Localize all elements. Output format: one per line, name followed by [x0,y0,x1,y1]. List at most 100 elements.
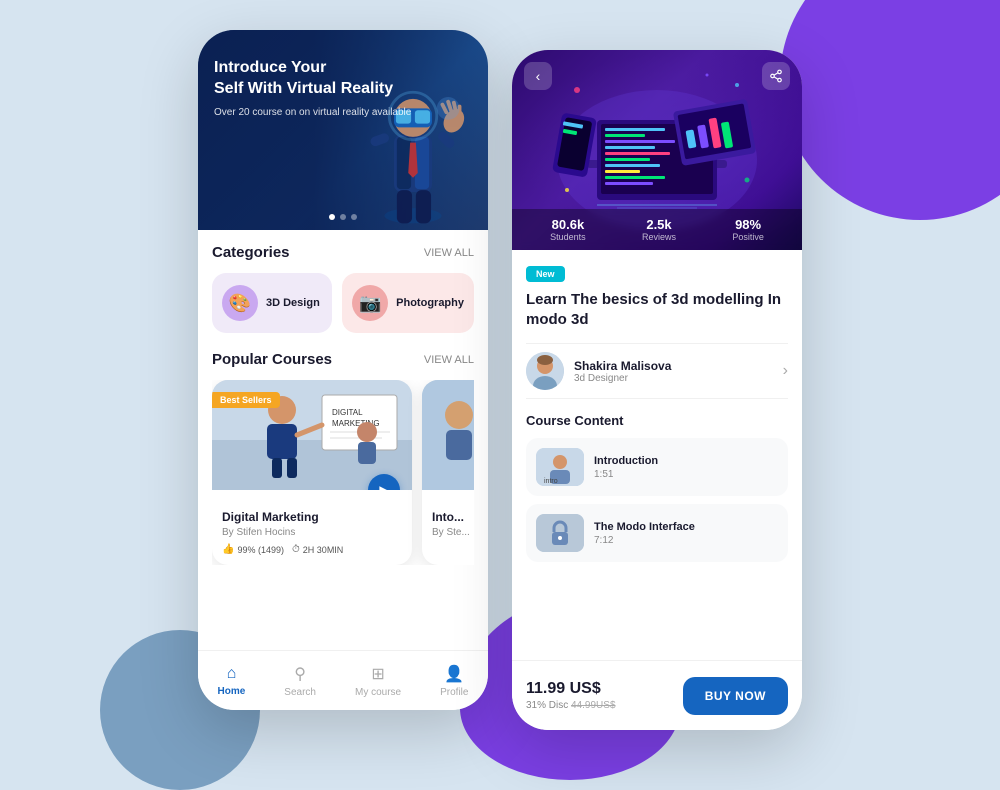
lesson-thumb-modo [536,514,584,552]
share-button[interactable] [762,62,790,90]
course-card-body-intro: Into... By Ste... [422,490,474,554]
hero-subtitle: Over 20 course on on virtual reality ava… [214,106,411,120]
popular-view-all[interactable]: VIEW ALL [424,354,474,366]
detail-footer: 11.99 US$ 31% Disc 44.99US$ BUY NOW [512,660,802,730]
hero-title: Introduce Your [214,58,411,79]
stat-reviews: 2.5k Reviews [642,217,676,242]
course-meta-digital: 👍 99% (1499) ⏱ 2H 30MIN [222,544,402,555]
stat-reviews-label: Reviews [642,232,676,242]
nav-label-search: Search [284,687,316,698]
detail-title: Learn The besics of 3d modelling In modo… [526,290,788,329]
phone-right: ‹ 80.6k Students 2.5k Reviews [512,50,802,730]
course-name-digital: Digital Marketing [222,510,402,524]
back-button[interactable]: ‹ [524,62,552,90]
stat-positive-label: Positive [732,232,764,242]
price-current: 11.99 US$ [526,680,616,698]
lesson-title-modo: The Modo Interface [594,521,778,533]
home-icon: ⌂ [227,665,237,683]
course-card-intro[interactable]: Into... By Ste... [422,380,474,565]
detail-hero: ‹ 80.6k Students 2.5k Reviews [512,50,802,250]
lesson-duration-introduction: 1:51 [594,469,778,480]
course-author-digital: By Stifen Hocins [222,527,402,538]
course-card-img-digital: DIGITAL MARKETING [212,380,412,490]
course-name-intro: Into... [432,510,474,524]
lesson-thumb-introduction: intro [536,448,584,486]
hero-banner: Introduce Your Self With Virtual Reality… [198,30,488,230]
category-card-photo[interactable]: 📷 Photography [342,273,474,333]
price-block: 11.99 US$ 31% Disc 44.99US$ [526,680,616,711]
stat-students: 80.6k Students [550,217,586,242]
phones-wrapper: Introduce Your Self With Virtual Reality… [0,0,1000,760]
course-duration: ⏱ 2H 30MIN [292,544,343,555]
categories-title: Categories [212,244,290,261]
nav-item-search[interactable]: ⚲ Search [276,660,324,702]
instructor-name: Shakira Malisova [574,359,671,373]
chevron-right-icon: › [783,362,788,380]
phone-left: Introduce Your Self With Virtual Reality… [198,30,488,710]
course-author-intro: By Ste... [432,527,474,538]
nav-label-mycourse: My course [355,687,401,698]
categories-row: 🎨 3D Design 📷 Photography [212,273,474,333]
hero-dot-1 [329,214,335,220]
stat-reviews-value: 2.5k [642,217,676,232]
categories-header: Categories VIEW ALL [212,244,474,261]
avatar-svg [526,352,564,390]
stat-students-label: Students [550,232,586,242]
lesson-thumb-svg-intro: intro [536,448,584,486]
thumb-icon: 👍 [222,544,234,555]
mycourse-icon: ⊞ [371,664,384,684]
share-icon [769,69,783,83]
price-discount-row: 31% Disc 44.99US$ [526,700,616,711]
instructor-role: 3d Designer [574,373,671,384]
stat-positive: 98% Positive [732,217,764,242]
course-card-digital[interactable]: DIGITAL MARKETING [212,380,412,565]
hero-text-block: Introduce Your Self With Virtual Reality… [214,58,411,120]
category-icon-photo: 📷 [352,285,388,321]
duration-value: 2H 30MIN [303,545,344,555]
nav-item-mycourse[interactable]: ⊞ My course [347,660,409,702]
courses-row: DIGITAL MARKETING [212,380,474,565]
buy-now-button[interactable]: BUY NOW [683,677,788,715]
detail-stats-bar: 80.6k Students 2.5k Reviews 98% Positive [512,209,802,250]
profile-icon: 👤 [444,664,464,684]
detail-body: New Learn The besics of 3d modelling In … [512,250,802,660]
lesson-item-introduction[interactable]: intro Introduction 1:51 [526,438,788,496]
svg-text:DIGITAL: DIGITAL [332,408,363,417]
lesson-info-introduction: Introduction 1:51 [594,455,778,480]
course-rating: 👍 99% (1499) [222,544,284,555]
stat-students-value: 80.6k [550,217,586,232]
instructor-text: Shakira Malisova 3d Designer [574,359,671,384]
new-badge: New [526,266,565,282]
course-card-img-intro [422,380,474,490]
instructor-info: Shakira Malisova 3d Designer [526,352,671,390]
rating-value: 99% (1499) [237,545,284,555]
nav-label-profile: Profile [440,687,468,698]
lesson-info-modo: The Modo Interface 7:12 [594,521,778,546]
hero-dot-3 [351,214,357,220]
lesson-title-introduction: Introduction [594,455,778,467]
popular-courses-section: Popular Courses VIEW ALL [212,351,474,565]
course-content-title: Course Content [526,413,788,428]
hero-dots [329,214,357,220]
category-icon-3d: 🎨 [222,285,258,321]
clock-icon: ⏱ [292,544,300,555]
intro-illustration [422,380,474,490]
search-icon: ⚲ [294,664,306,684]
instructor-row[interactable]: Shakira Malisova 3d Designer › [526,343,788,399]
instructor-avatar [526,352,564,390]
lesson-duration-modo: 7:12 [594,535,778,546]
nav-item-profile[interactable]: 👤 Profile [432,660,476,702]
bottom-nav: ⌂ Home ⚲ Search ⊞ My course 👤 Profile [198,650,488,710]
popular-title: Popular Courses [212,351,332,368]
lesson-item-modo[interactable]: The Modo Interface 7:12 [526,504,788,562]
lesson-thumb-svg-modo [536,514,584,552]
course-card-body-digital: Digital Marketing By Stifen Hocins 👍 99%… [212,490,412,565]
bestseller-badge: Best Sellers [212,392,280,408]
category-label-photo: Photography [396,297,464,309]
nav-item-home[interactable]: ⌂ Home [210,661,254,701]
categories-view-all[interactable]: VIEW ALL [424,247,474,259]
phone-left-body: Categories VIEW ALL 🎨 3D Design 📷 Photog… [198,230,488,650]
discount-label: 31% Disc [526,700,568,711]
category-card-3d[interactable]: 🎨 3D Design [212,273,332,333]
nav-label-home: Home [218,686,246,697]
